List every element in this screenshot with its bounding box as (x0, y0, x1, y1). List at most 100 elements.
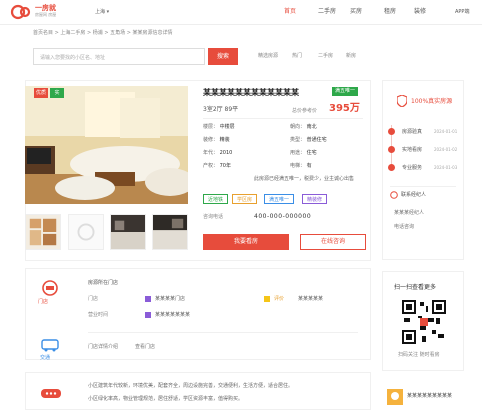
phone-value[interactable]: 400-000-000000 (254, 213, 311, 220)
description-text: 小区建筑年代较新，环境优美，配套齐全，周边设施完善，交通便利，生活方便，适合居住… (88, 383, 294, 389)
logo-icon[interactable] (10, 4, 32, 20)
nav-home[interactable]: 首页 (284, 8, 296, 15)
breadcrumb[interactable]: 首页名目 > 上海二手房 > 杨浦 > 五角场 > 某某房源信息详情 (33, 30, 172, 36)
timeline-dot (388, 128, 395, 135)
chat-icon (41, 389, 61, 398)
nav-second-hand[interactable]: 二手房 (318, 8, 336, 15)
store-row-value: 某某某某某某某 (155, 312, 191, 318)
attr-orientation: 朝向： 南北 (290, 124, 317, 130)
book-viewing-button[interactable]: 我要看房 (203, 234, 289, 250)
attr-label: 朝向 (290, 124, 301, 130)
city-selector[interactable]: 上海 ▾ (95, 9, 109, 15)
attr-property: 产权： 70年 (203, 163, 231, 169)
store-row-label: 门店 (88, 296, 99, 302)
phone-label: 咨询电话 (203, 214, 224, 220)
agent-icon (390, 191, 398, 199)
transport-icon-label: 交通 (40, 355, 51, 361)
store-bullet-icon (145, 312, 151, 318)
timeline-date: 2024-01-03 (434, 165, 458, 170)
main-photo[interactable] (25, 86, 188, 204)
feature-tag: 精装修 (302, 194, 328, 204)
promo-text[interactable]: 某某某某某某某某某 (407, 393, 452, 399)
thumbnail-room[interactable] (152, 214, 188, 250)
transport-icon (41, 339, 59, 352)
attr-elevator: 电梯： 有 (290, 163, 312, 169)
rating-bullet-icon (264, 296, 270, 302)
attr-label: 装修 (203, 137, 214, 143)
promo-image[interactable] (387, 389, 403, 405)
store-view-link[interactable]: 查看门店 (135, 344, 155, 350)
divider (390, 186, 456, 187)
store-icon (42, 280, 58, 296)
attr-label: 用途 (290, 150, 301, 156)
agent-title: 联系经纪人 (401, 192, 427, 198)
store-icon-label: 门店 (38, 299, 49, 305)
title-tag: 满五唯一 (332, 87, 359, 96)
price-value: 395万 (329, 103, 360, 114)
attr-value: 普通住宅 (306, 137, 327, 143)
price-label: 总价参考价 (292, 108, 318, 114)
store-card (25, 268, 371, 360)
verified-badge: 实 (50, 88, 64, 98)
timeline-date: 2024-01-02 (434, 147, 458, 152)
search-link[interactable]: 热门 (292, 53, 302, 59)
divider (203, 118, 363, 119)
search-input[interactable]: 请输入您要找的小区名、地址 (33, 48, 205, 65)
listing-note: 此房源已经满五唯一，税费少，业主诚心出售 (254, 176, 355, 182)
attr-label: 产权 (203, 163, 214, 169)
shield-icon (397, 95, 407, 107)
store-row-value[interactable]: 某某某某门店 (155, 296, 185, 302)
attr-value: 精装 (219, 137, 230, 143)
attr-decoration: 装修： 精装 (203, 137, 230, 143)
search-link[interactable]: 新房 (346, 53, 356, 59)
description-card (25, 372, 371, 410)
feature-tag: 近地铁 (203, 194, 229, 204)
description-text: 小区绿化率高，物业管理规范，居住舒适，学区资源丰富，值得购买。 (88, 396, 244, 402)
agent-name: 某某某经纪人 (394, 210, 425, 216)
timeline-step: 房源验真 (402, 129, 423, 135)
app-download-link[interactable]: APP端 (455, 8, 469, 15)
thumbnail-floorplan[interactable] (25, 214, 61, 250)
nav-decoration[interactable]: 装修 (414, 8, 426, 15)
store-detail-link[interactable]: 门店详情介绍 (88, 344, 118, 350)
attr-value: 2010 (219, 150, 233, 156)
timeline-date: 2024-01-01 (434, 129, 458, 134)
attr-label: 电梯 (290, 163, 301, 169)
attr-floor: 楼层： 中楼层 (203, 124, 235, 130)
feature-tag: 满五唯一 (264, 194, 295, 204)
timeline-dot (388, 146, 395, 153)
thumbnail-room[interactable] (110, 214, 146, 250)
feature-tag: 学区房 (232, 194, 258, 204)
timeline-step: 专业服务 (402, 165, 423, 171)
search-button[interactable]: 搜索 (208, 48, 238, 65)
attr-label: 类型 (290, 137, 301, 143)
attr-label: 年代 (203, 150, 214, 156)
nav-rent[interactable]: 租房 (384, 8, 396, 15)
logo-subtitle: 房屋网 房屋 (35, 12, 57, 17)
qr-code[interactable] (402, 300, 446, 344)
agent-phone-link[interactable]: 电话咨询 (394, 224, 414, 230)
thumbnail-placeholder[interactable] (68, 214, 104, 250)
attr-value: 有 (306, 163, 312, 169)
divider (88, 332, 358, 333)
attr-type: 类型： 普通住宅 (290, 137, 327, 143)
store-bullet-icon (145, 296, 151, 302)
attr-year: 年代： 2010 (203, 150, 233, 156)
attr-value: 70年 (219, 163, 231, 169)
search-link[interactable]: 精选房源 (258, 53, 278, 59)
attr-label: 楼层 (203, 124, 214, 130)
store-rating-value: 某某某某某 (298, 296, 324, 302)
nav-buy[interactable]: 买房 (350, 8, 362, 15)
qr-subtitle: 扫码关注 随时看房 (398, 352, 440, 358)
quality-badge: 优质 (34, 88, 48, 98)
attr-usage: 用途： 住宅 (290, 150, 317, 156)
search-link[interactable]: 二手房 (318, 53, 333, 59)
attr-value: 住宅 (306, 150, 317, 156)
logo-text: 一房就 (35, 4, 56, 12)
service-title: 100%真实房源 (411, 98, 453, 105)
layout-area: 3室2厅 89平 (203, 106, 239, 113)
listing-title: 某某某某某某某某某某某某 (203, 88, 299, 97)
timeline-dot (388, 164, 395, 171)
online-consult-button[interactable]: 在线咨询 (300, 234, 366, 250)
top-bar (0, 0, 482, 25)
